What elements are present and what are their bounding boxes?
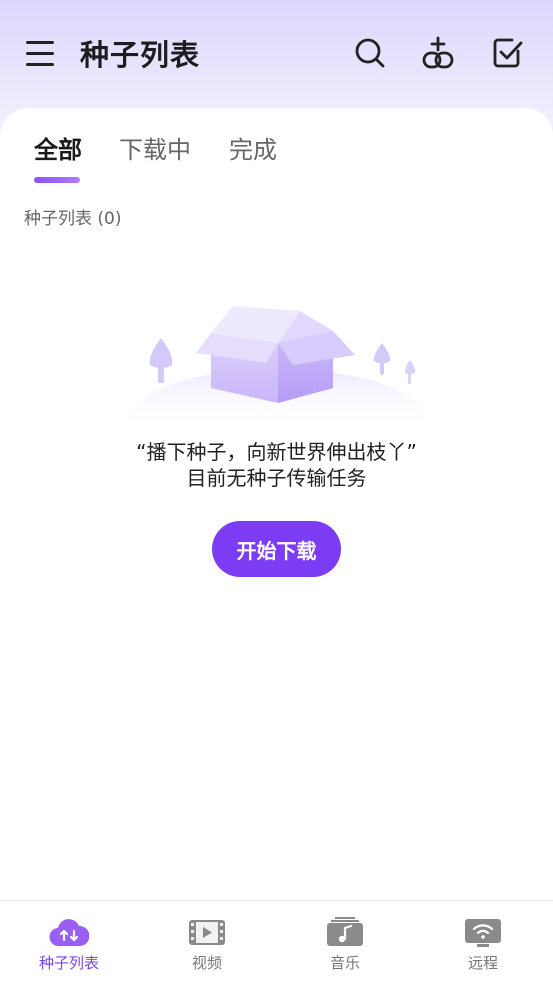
nav-label-torrent-list: 种子列表 [38, 954, 99, 972]
cloud-transfer-icon [49, 916, 90, 948]
nav-label-video: 视频 [191, 954, 222, 972]
empty-state-message: 目前无种子传输任务 [186, 466, 367, 490]
nav-item-video[interactable]: 视频 [138, 901, 276, 983]
tab-downloading[interactable]: 下载中 [119, 130, 191, 165]
nav-item-music[interactable]: 音乐 [276, 901, 414, 983]
remote-wifi-icon [463, 916, 503, 948]
nav-item-torrent-list[interactable]: 种子列表 [0, 901, 138, 983]
empty-box-illustration [118, 303, 436, 443]
nav-item-remote[interactable]: 远程 [414, 901, 552, 983]
nav-label-music: 音乐 [329, 954, 360, 972]
bottom-nav: 种子列表 视频 音乐 远程 [0, 900, 553, 983]
search-icon[interactable] [352, 35, 388, 71]
empty-state-quote: “播下种子，向新世界伸出枝丫” [136, 440, 417, 464]
list-count-label: 种子列表 (0) [24, 209, 122, 229]
tab-indicator [34, 177, 80, 183]
tab-completed[interactable]: 完成 [229, 130, 277, 165]
app-header: 种子列表 [0, 0, 553, 108]
content-card: 全部 下载中 完成 种子列表 (0) “播下种子，向新世界伸出枝丫” 目前无种子… [0, 108, 553, 900]
tab-all[interactable]: 全部 [34, 130, 82, 165]
add-link-icon[interactable] [420, 35, 456, 71]
select-checkbox-icon[interactable] [490, 35, 526, 71]
page-title: 种子列表 [80, 38, 201, 72]
film-icon [187, 916, 227, 948]
music-icon [325, 916, 365, 948]
menu-icon[interactable] [24, 36, 58, 70]
nav-label-remote: 远程 [467, 954, 498, 972]
start-download-button[interactable]: 开始下载 [212, 521, 341, 577]
